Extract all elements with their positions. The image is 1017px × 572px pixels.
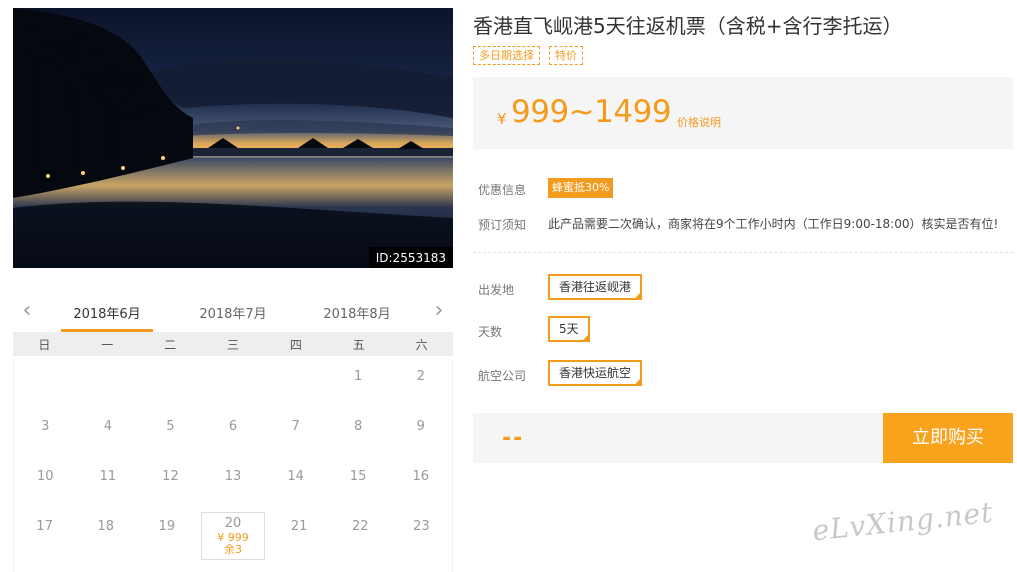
- image-id-label: ID:2553183: [368, 247, 453, 268]
- weekday-label: 三: [227, 337, 240, 352]
- total-price-placeholder: --: [502, 426, 525, 451]
- days-label: 天数: [478, 325, 503, 339]
- month-tab-august[interactable]: 2018年8月: [317, 303, 397, 322]
- calendar-day-number: 20: [224, 516, 242, 531]
- calendar-day: 16: [412, 469, 430, 484]
- promo-badge: 蜂蜜抵30%: [548, 178, 614, 198]
- price-note-link[interactable]: 价格说明: [677, 114, 721, 130]
- calendar-week-row: 10 11 12 13 14 15 16: [14, 462, 452, 512]
- check-icon: ✓: [581, 334, 588, 342]
- airline-option-label: 香港快运航空: [559, 366, 632, 380]
- weekday-label: 六: [415, 337, 428, 352]
- tag-special-price[interactable]: 特价: [549, 46, 583, 65]
- departure-option-label: 香港往返岘港: [559, 280, 632, 294]
- days-option[interactable]: 5天 ✓: [548, 316, 590, 342]
- calendar-grid: 1 2 3 4 5 6 7 8 9 10 11 12 13 14 15 16 1…: [13, 362, 453, 572]
- calendar-day-remaining: 余3: [223, 543, 242, 556]
- departure-label: 出发地: [478, 283, 515, 297]
- calendar-day: [139, 362, 202, 412]
- calendar-day: 6: [228, 419, 238, 434]
- calendar-day: 13: [224, 469, 242, 484]
- calendar-header: ‹ 2018年6月 2018年7月 2018年8月 ›: [13, 296, 453, 332]
- calendar-day: 21: [290, 519, 308, 534]
- calendar-day: 4: [103, 419, 112, 434]
- calendar-day: 12: [162, 469, 179, 484]
- product-title: 香港直飞岘港5天往返机票（含税+含行李托运）: [473, 14, 903, 38]
- calendar-week-row: 1 2: [14, 362, 452, 412]
- chevron-left-icon[interactable]: ‹: [17, 300, 37, 322]
- check-icon: ✓: [634, 292, 641, 300]
- airline-label: 航空公司: [478, 369, 527, 383]
- site-watermark: eLvXing.net: [810, 495, 995, 548]
- days-option-label: 5天: [559, 322, 579, 336]
- notice-text: 此产品需要二次确认，商家将在9个工作小时内（工作日9:00-18:00）核实是否…: [548, 217, 999, 231]
- date-calendar: ‹ 2018年6月 2018年7月 2018年8月 › 日 一 二 三 四 五 …: [13, 296, 453, 572]
- month-tab-july[interactable]: 2018年7月: [193, 303, 273, 322]
- calendar-day: [264, 362, 327, 412]
- currency-symbol: ¥: [497, 110, 507, 128]
- weekday-label: 四: [289, 337, 302, 352]
- price-range: 999~1499: [511, 94, 672, 130]
- departure-option[interactable]: 香港往返岘港 ✓: [548, 274, 643, 300]
- sunset-beach-image: [13, 8, 453, 268]
- calendar-day: 7: [291, 419, 300, 434]
- calendar-day: 3: [41, 419, 50, 434]
- calendar-day: 10: [37, 469, 54, 484]
- calendar-week-row: 3 4 5 6 7 8 9: [14, 412, 452, 462]
- tag-multi-date[interactable]: 多日期选择: [473, 46, 540, 65]
- purchase-bar: -- 立即购买: [473, 413, 1013, 463]
- promo-label: 优惠信息: [478, 183, 527, 197]
- weekday-label: 五: [352, 337, 365, 352]
- calendar-day: [202, 362, 265, 412]
- calendar-day: 15: [349, 469, 367, 484]
- weekday-label: 日: [38, 337, 51, 352]
- price-panel: ¥ 999~1499 价格说明: [473, 77, 1013, 149]
- chevron-right-icon[interactable]: ›: [429, 300, 449, 322]
- weekday-label: 二: [164, 337, 177, 352]
- calendar-day: 17: [36, 519, 53, 534]
- calendar-day: 1: [354, 369, 363, 384]
- calendar-day: 22: [352, 519, 369, 534]
- calendar-day: [77, 362, 140, 412]
- calendar-day: 2: [416, 369, 425, 384]
- calendar-week-row: 17 18 19 20 ¥ 999 余3 21 22 23: [14, 512, 452, 562]
- product-tags: 多日期选择 特价: [473, 46, 583, 65]
- calendar-day-available[interactable]: 20 ¥ 999 余3: [201, 512, 265, 560]
- notice-label: 预订须知: [478, 218, 527, 232]
- calendar-day: 8: [354, 419, 363, 434]
- calendar-day: 19: [158, 519, 176, 534]
- calendar-day: 23: [413, 519, 430, 534]
- calendar-day: 18: [97, 519, 114, 534]
- check-icon: ✓: [634, 378, 641, 386]
- section-divider: [473, 252, 1013, 253]
- weekday-header: 日 一 二 三 四 五 六: [13, 332, 453, 356]
- calendar-day: 14: [287, 469, 304, 484]
- buy-now-button[interactable]: 立即购买: [883, 413, 1013, 463]
- active-month-indicator: [61, 329, 153, 332]
- month-tab-june[interactable]: 2018年6月: [67, 303, 147, 322]
- weekday-label: 一: [101, 337, 114, 352]
- calendar-day: 5: [166, 419, 175, 434]
- product-photo: ID:2553183: [13, 8, 453, 268]
- airline-option[interactable]: 香港快运航空 ✓: [548, 360, 643, 386]
- calendar-day: 9: [416, 419, 425, 434]
- calendar-day: [14, 362, 77, 412]
- calendar-day: 11: [99, 469, 117, 484]
